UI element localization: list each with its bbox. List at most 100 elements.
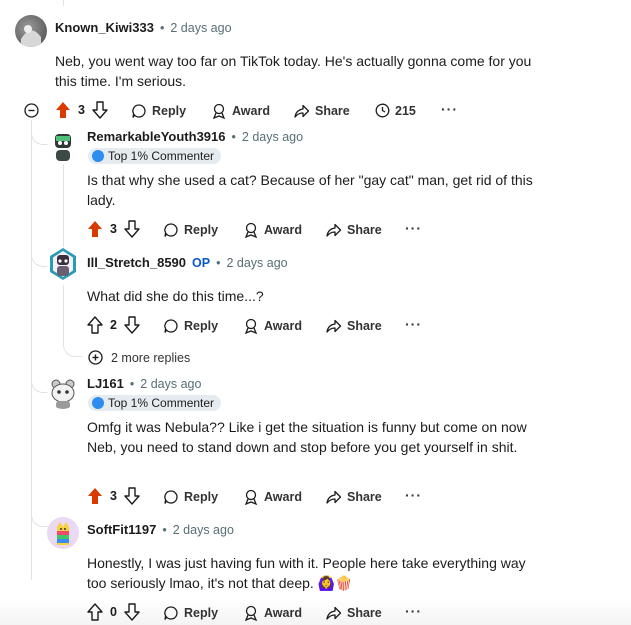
thread-curve xyxy=(63,340,82,357)
more-options-button[interactable]: ··· xyxy=(405,220,422,236)
reply-label: Reply xyxy=(184,606,219,620)
separator: • xyxy=(216,255,221,270)
award-button[interactable]: Award xyxy=(211,103,270,119)
awards-count-button[interactable]: 215 xyxy=(375,103,416,118)
reply-label: Reply xyxy=(184,319,219,333)
author-name[interactable]: SoftFit1197 xyxy=(87,522,156,537)
timestamp[interactable]: 2 days ago xyxy=(140,377,201,391)
timestamp[interactable]: 2 days ago xyxy=(173,523,234,537)
upvote-icon[interactable] xyxy=(87,487,103,505)
flair-text: Top 1% Commenter xyxy=(108,396,215,410)
avatar[interactable] xyxy=(15,15,47,47)
downvote-icon[interactable] xyxy=(124,603,140,621)
comment-header: RemarkableYouth3916 • 2 days ago xyxy=(87,129,303,144)
award-icon xyxy=(244,222,258,238)
share-button[interactable]: Share xyxy=(293,103,350,119)
comment-body: Is that why she used a cat? Because of h… xyxy=(87,172,533,208)
award-button[interactable]: Award xyxy=(243,318,302,334)
more-options-button[interactable]: ··· xyxy=(405,316,422,332)
upvote-icon[interactable] xyxy=(87,220,103,238)
score: 2 xyxy=(110,318,117,332)
clock-icon xyxy=(375,103,390,118)
reply-button[interactable]: Reply xyxy=(163,489,218,505)
reply-label: Reply xyxy=(184,490,219,504)
comment-header: Ill_Stretch_8590 OP • 2 days ago xyxy=(87,255,288,270)
upvote-icon[interactable] xyxy=(55,101,71,119)
more-replies-button[interactable]: 2 more replies xyxy=(88,350,190,365)
reply-button[interactable]: Reply xyxy=(131,103,186,119)
snoo-avatar-icon xyxy=(55,134,71,161)
award-label: Award xyxy=(264,223,302,237)
vote-group: 3 xyxy=(87,220,140,238)
flair-icon xyxy=(92,397,104,409)
author-name[interactable]: Ill_Stretch_8590 xyxy=(87,255,186,270)
author-name[interactable]: LJ161 xyxy=(87,376,124,391)
reply-bubble-icon xyxy=(164,490,178,504)
upvote-icon[interactable] xyxy=(87,603,103,621)
award-icon xyxy=(244,489,258,505)
upvote-icon[interactable] xyxy=(87,316,103,334)
author-name[interactable]: Known_Kiwi333 xyxy=(55,20,154,35)
award-button[interactable]: Award xyxy=(243,222,302,238)
reply-bubble-icon xyxy=(132,104,146,118)
more-replies-label: 2 more replies xyxy=(111,350,191,365)
comment-body: What did she do this time...? xyxy=(87,288,264,304)
avatar[interactable] xyxy=(47,517,79,549)
thread-line-nested-2 xyxy=(63,285,64,343)
downvote-icon[interactable] xyxy=(92,101,108,119)
rainbow-cat-avatar-icon xyxy=(57,522,69,545)
award-button[interactable]: Award xyxy=(243,605,302,621)
thread-curve xyxy=(31,510,48,527)
avatar-image-icon xyxy=(21,25,41,47)
award-icon xyxy=(244,318,258,334)
partial-top-line xyxy=(63,0,64,6)
award-label: Award xyxy=(264,490,302,504)
more-options-button[interactable]: ··· xyxy=(405,603,422,619)
avatar[interactable] xyxy=(47,247,79,281)
score: 3 xyxy=(110,489,117,503)
avatar[interactable] xyxy=(47,130,79,162)
timestamp[interactable]: 2 days ago xyxy=(226,256,287,270)
share-icon xyxy=(326,319,342,333)
award-label: Award xyxy=(264,606,302,620)
comment-body: Omfg it was Nebula?? Like i get the situ… xyxy=(87,419,527,455)
downvote-icon[interactable] xyxy=(124,487,140,505)
comment-header: SoftFit1197 • 2 days ago xyxy=(87,522,234,537)
author-name[interactable]: RemarkableYouth3916 xyxy=(87,129,226,144)
collapse-thread-button[interactable] xyxy=(24,103,39,123)
share-label: Share xyxy=(347,606,382,620)
comment-body: Honestly, I was just having fun with it.… xyxy=(87,555,526,591)
award-button[interactable]: Award xyxy=(243,489,302,505)
share-button[interactable]: Share xyxy=(325,605,382,621)
separator: • xyxy=(129,376,135,391)
share-icon xyxy=(326,490,342,504)
comment-header: Known_Kiwi333 • 2 days ago xyxy=(55,20,232,35)
thread-line-nested xyxy=(63,164,64,256)
share-button[interactable]: Share xyxy=(325,489,382,505)
more-options-button[interactable]: ··· xyxy=(441,101,458,117)
share-label: Share xyxy=(347,490,382,504)
reply-label: Reply xyxy=(184,223,219,237)
share-button[interactable]: Share xyxy=(325,222,382,238)
downvote-icon[interactable] xyxy=(124,220,140,238)
reply-label: Reply xyxy=(152,104,187,118)
reply-bubble-icon xyxy=(164,606,178,620)
reply-bubble-icon xyxy=(164,319,178,333)
timestamp[interactable]: 2 days ago xyxy=(242,130,303,144)
share-icon xyxy=(326,223,342,237)
share-button[interactable]: Share xyxy=(325,318,382,334)
comment-body: Neb, you went way too far on TikTok toda… xyxy=(55,53,532,89)
more-options-button[interactable]: ··· xyxy=(405,487,422,503)
share-label: Share xyxy=(315,104,350,118)
awards-count: 215 xyxy=(395,103,416,118)
separator: • xyxy=(162,522,167,537)
reply-button[interactable]: Reply xyxy=(163,318,218,334)
timestamp[interactable]: 2 days ago xyxy=(170,21,231,35)
score: 0 xyxy=(110,605,117,619)
reply-button[interactable]: Reply xyxy=(163,222,218,238)
downvote-icon[interactable] xyxy=(124,316,140,334)
score: 3 xyxy=(78,103,85,117)
reply-button[interactable]: Reply xyxy=(163,605,218,621)
vote-group: 3 xyxy=(55,101,108,119)
avatar[interactable] xyxy=(47,377,79,409)
